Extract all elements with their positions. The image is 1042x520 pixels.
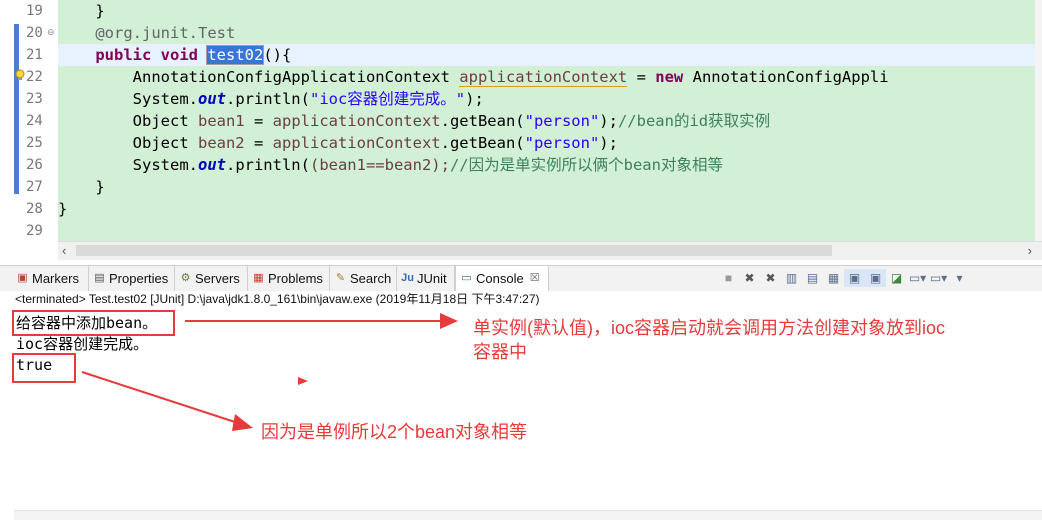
annotation-note-equal: 因为是单例所以2个bean对象相等 bbox=[261, 422, 528, 442]
annotation-note-singleton: 单实例(默认值)，ioc容器启动就会调用方法创建对象放到ioc 容器中 bbox=[473, 318, 946, 362]
